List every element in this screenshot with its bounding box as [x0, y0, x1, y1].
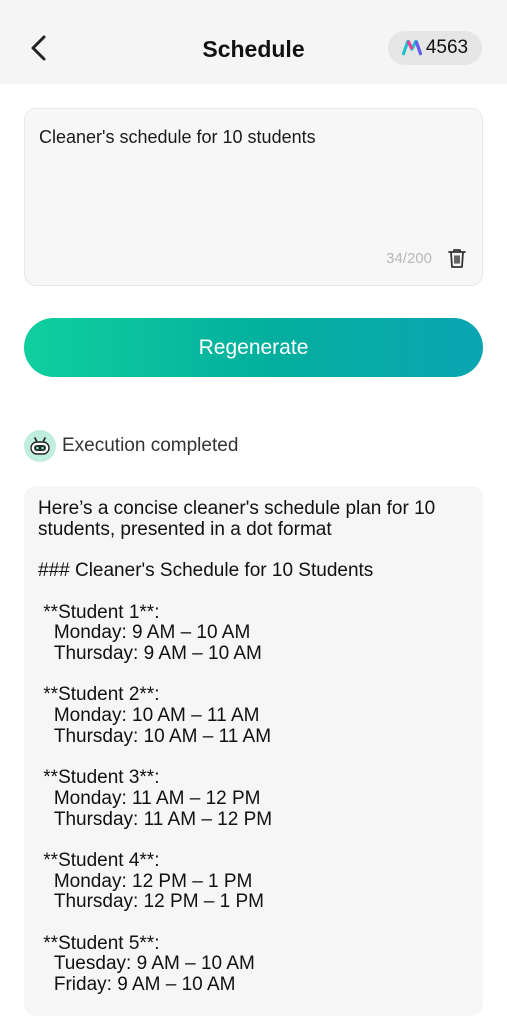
prompt-input[interactable]: Cleaner's schedule for 10 students 34/20… — [24, 108, 483, 286]
status-row: Execution completed — [24, 429, 238, 463]
regenerate-button[interactable]: Regenerate — [24, 318, 483, 377]
trash-icon — [448, 249, 466, 268]
brand-logo-icon — [401, 40, 422, 56]
robot-avatar — [24, 430, 56, 462]
status-text: Execution completed — [62, 435, 239, 456]
robot-icon — [30, 437, 50, 455]
top-bar: Schedule 4563 — [0, 0, 507, 84]
credits-badge[interactable]: 4563 — [388, 31, 482, 65]
delete-button[interactable] — [446, 247, 468, 269]
result-output: Here’s a concise cleaner's schedule plan… — [24, 486, 483, 1016]
credits-count: 4563 — [425, 37, 469, 58]
prompt-text[interactable]: Cleaner's schedule for 10 students — [39, 127, 316, 148]
char-counter: 34/200 — [386, 250, 432, 267]
